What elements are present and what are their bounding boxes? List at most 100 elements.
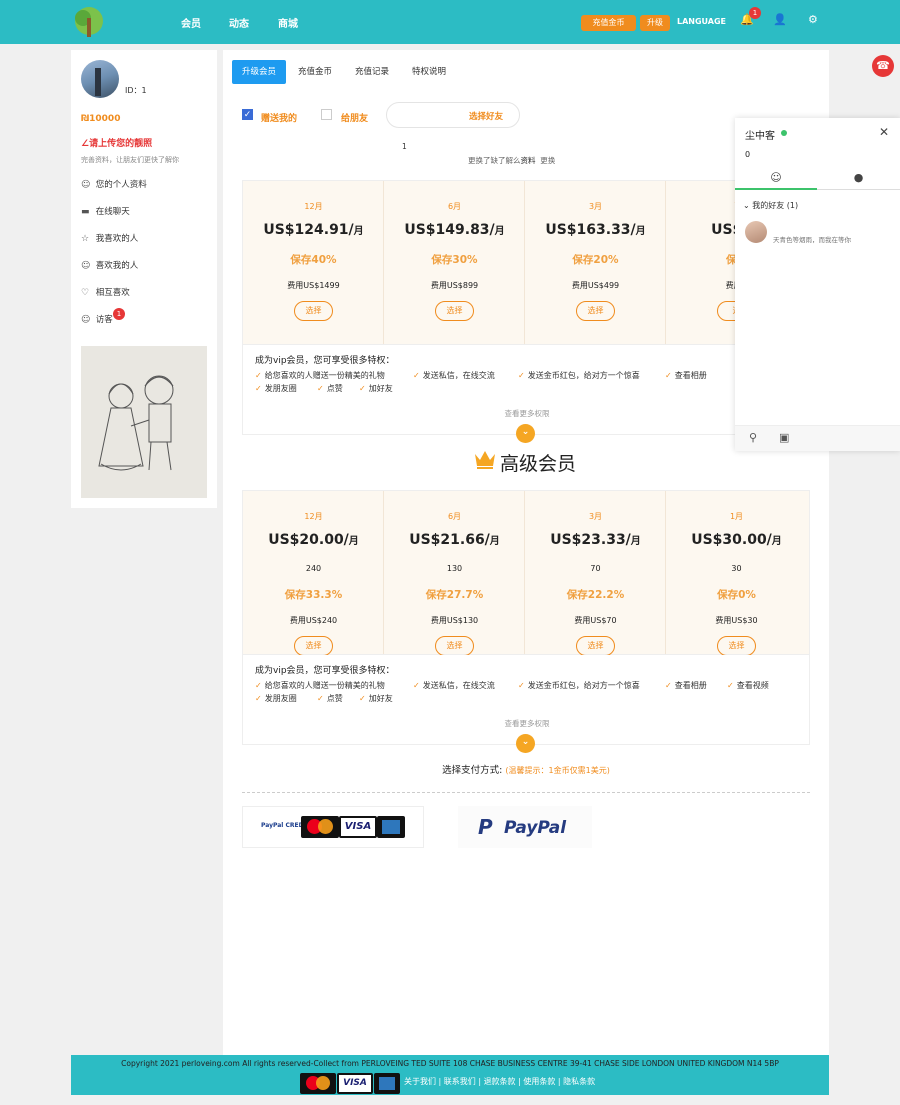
footer: Copyright 2021 perloveing.com All rights…	[71, 1055, 829, 1095]
friends-tab[interactable]: ☺	[735, 168, 817, 190]
price-unit: 月	[494, 226, 505, 237]
customer-service-icon[interactable]: ☎	[872, 55, 894, 77]
crown-icon	[475, 451, 495, 469]
perks-title: 成为vip会员，您可享受很多特权：	[255, 666, 395, 676]
perk-item: 发送金币红包，给对方一个惊喜	[518, 370, 640, 381]
sidebar-item-likes-me[interactable]: ☺ 喜欢我的人	[81, 259, 138, 271]
messages-tab[interactable]: ●	[817, 168, 900, 190]
plan-price: US$30.00/月	[666, 532, 807, 548]
choose-plan-button[interactable]: 选择	[294, 301, 333, 321]
choose-plan-button[interactable]: 选择	[576, 636, 615, 656]
view-more-perks-link[interactable]: 查看更多权限	[243, 408, 811, 419]
plan-coin-count: 130	[446, 564, 463, 573]
paypal-payment-option[interactable]: P PayPal	[458, 806, 592, 848]
tab-privileges[interactable]: 特权说明	[402, 60, 456, 84]
choose-plan-button[interactable]: 选择	[435, 301, 474, 321]
avatar[interactable]	[81, 60, 119, 98]
plan-period: 12月	[304, 512, 323, 521]
plan-price: US$23.33/月	[525, 532, 666, 548]
choose-plan-button[interactable]: 选择	[576, 301, 615, 321]
footer-link-refund[interactable]: 退款条款	[484, 1077, 516, 1086]
sidebar-item-chat[interactable]: ▬ 在线聊天	[81, 205, 130, 217]
premium-plan-card: 12月 US$20.00/月 240 保存33.3% 费用US$240 选择	[243, 491, 384, 656]
perk-item: 加好友	[359, 383, 393, 394]
upgrade-button[interactable]: 升级	[640, 15, 670, 31]
price-value: US$20.00/	[268, 532, 349, 548]
plan-price: US$21.66/月	[384, 532, 525, 548]
logo-tree-icon[interactable]	[72, 6, 106, 38]
price-value: US$124.91/	[263, 222, 354, 238]
view-more-perks-link[interactable]: 查看更多权限	[243, 718, 811, 729]
plan-coin-count: 240	[305, 564, 322, 573]
choose-friend-button[interactable]: 选择好友	[469, 110, 503, 122]
price-value: US$21.66/	[409, 532, 490, 548]
sidebar-item-i-like[interactable]: ☆ 我喜欢的人	[81, 232, 138, 244]
chat-bubble-icon: ●	[853, 171, 864, 184]
plan-coin-count: 70	[590, 564, 601, 573]
friend-avatar[interactable]	[745, 221, 767, 243]
plan-period: 12月	[304, 202, 323, 211]
plan-fee: 费用US$899	[430, 281, 479, 290]
nav-shop[interactable]: 商城	[278, 15, 298, 30]
nav-members[interactable]: 会员	[181, 15, 201, 30]
gear-icon[interactable]: ⚙	[808, 13, 818, 26]
vip-plan-card: 6月 US$149.83/月 保存30% 费用US$899 选择	[384, 181, 525, 344]
chevron-down-icon[interactable]: ⌄	[516, 734, 535, 753]
plan-price: US$124.91/月	[243, 222, 384, 238]
add-user-icon[interactable]: 👤	[773, 13, 787, 26]
perk-item: 发朋友圈	[255, 383, 297, 394]
sidebar-item-visitors[interactable]: ☺ 访客	[81, 313, 113, 325]
gift-friend-checkbox[interactable]	[321, 109, 332, 120]
chevron-down-icon[interactable]: ⌄	[516, 424, 535, 443]
gift-count: 1	[402, 142, 407, 151]
premium-plan-card: 6月 US$21.66/月 130 保存27.7% 费用US$130 选择	[384, 491, 525, 656]
nav-moments[interactable]: 动态	[229, 15, 249, 30]
gift-self-checkbox[interactable]: ✓	[242, 109, 253, 120]
top-bar: 会员 动态 商城 充值金币 升级 LANGUAGE 🔔 1 👤 ⚙	[0, 0, 900, 44]
card-payment-option[interactable]: PayPal CREDIT VISA	[242, 806, 424, 848]
amex-icon	[377, 816, 405, 838]
vip-plan-card: 12月 US$124.91/月 保存40% 费用US$1499 选择	[243, 181, 384, 344]
tab-recharge-history[interactable]: 充值记录	[345, 60, 399, 84]
perk-item: 加好友	[359, 693, 393, 704]
choose-plan-button[interactable]: 选择	[435, 636, 474, 656]
friend-group[interactable]: ⌄ 我的好友 (1)	[743, 200, 798, 211]
sidebar-item-label: 在线聊天	[95, 207, 130, 217]
skin-icon[interactable]: ▣	[779, 431, 789, 444]
price-value: US$163.33/	[545, 222, 636, 238]
paypal-p-icon: P	[478, 815, 493, 839]
sidebar-item-label: 访客	[95, 315, 113, 325]
sidebar-item-profile[interactable]: ☺ 您的个人资料	[81, 178, 147, 190]
plan-period: 3月	[588, 202, 603, 211]
visa-icon: VISA	[337, 1073, 373, 1094]
upload-photo-link[interactable]: ∠请上传您的靓照	[81, 136, 152, 149]
premium-plan-card: 1月 US$30.00/月 30 保存0% 费用US$30 选择	[666, 491, 809, 656]
footer-link-privacy[interactable]: 隐私条款	[563, 1077, 595, 1086]
recharge-coins-button[interactable]: 充值金币	[581, 15, 636, 31]
footer-link-contact[interactable]: 联系我们	[444, 1077, 476, 1086]
sidebar-item-label: 您的个人资料	[95, 180, 147, 190]
footer-link-terms[interactable]: 使用条款	[523, 1077, 555, 1086]
plan-savings: 保存20%	[572, 254, 619, 266]
plan-savings: 保存40%	[290, 254, 337, 266]
price-unit: 月	[635, 226, 646, 237]
plan-savings: 保存27.7%	[425, 589, 484, 601]
sidebar-item-mutual[interactable]: ♡ 相互喜欢	[81, 286, 130, 298]
friend-message: 天青色等烟雨，而我在等你	[773, 236, 851, 244]
choose-plan-button[interactable]: 选择	[717, 636, 756, 656]
tab-upgrade[interactable]: 升级会员	[232, 60, 287, 84]
search-icon[interactable]: ⚲	[749, 431, 757, 444]
close-icon[interactable]: ✕	[879, 125, 889, 139]
plan-period: 6月	[447, 202, 462, 211]
divider	[242, 792, 810, 793]
payment-method-label: 选择支付方式: (温馨提示：1金币仅需1美元)	[223, 762, 829, 776]
plan-fee: 费用US$70	[574, 616, 617, 625]
heart-icon: ♡	[81, 288, 90, 298]
choose-plan-button[interactable]: 选择	[294, 636, 333, 656]
language-selector[interactable]: LANGUAGE	[677, 17, 726, 26]
coin-icon: ₪	[81, 114, 90, 124]
footer-link-about[interactable]: 关于我们	[404, 1077, 436, 1086]
online-status-icon	[781, 130, 787, 136]
tab-recharge[interactable]: 充值金币	[288, 60, 342, 84]
chat-count: 0	[745, 150, 751, 159]
